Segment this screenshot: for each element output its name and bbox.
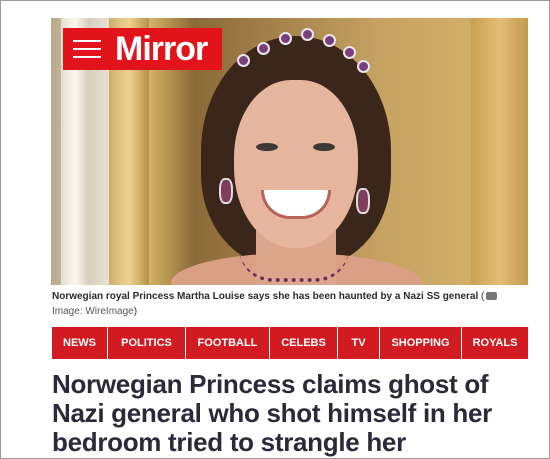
face-shape — [234, 80, 358, 248]
image-credit: WireImage — [85, 306, 134, 317]
nav-item-football[interactable]: FOOTBALL — [186, 327, 270, 359]
nav-item-tv[interactable]: TV — [338, 327, 380, 359]
caption-text: Norwegian royal Princess Martha Louise s… — [52, 291, 479, 302]
earring-shape — [219, 178, 233, 204]
nav-item-celebs[interactable]: CELEBS — [270, 327, 338, 359]
image-caption: Norwegian royal Princess Martha Louise s… — [52, 289, 528, 319]
nav-item-shopping[interactable]: SHOPPING — [380, 327, 462, 359]
nav-item-royals[interactable]: ROYALS — [462, 327, 528, 359]
credit-label: Image: — [52, 306, 83, 317]
tiara-shape — [229, 28, 370, 78]
background-curtain — [471, 18, 528, 285]
camera-icon — [486, 292, 498, 300]
article-headline: Norwegian Princess claims ghost of Nazi … — [52, 369, 492, 457]
menu-icon[interactable] — [73, 40, 101, 58]
eye-shape — [256, 143, 278, 151]
earring-shape — [356, 188, 370, 214]
necklace-shape — [239, 248, 349, 282]
site-logo[interactable]: Mirror — [63, 28, 222, 70]
eye-shape — [313, 143, 335, 151]
section-nav: NEWS POLITICS FOOTBALL CELEBS TV SHOPPIN… — [52, 327, 528, 359]
nav-item-politics[interactable]: POLITICS — [108, 327, 186, 359]
logo-text: Mirror — [115, 30, 208, 68]
nav-item-news[interactable]: NEWS — [52, 327, 108, 359]
